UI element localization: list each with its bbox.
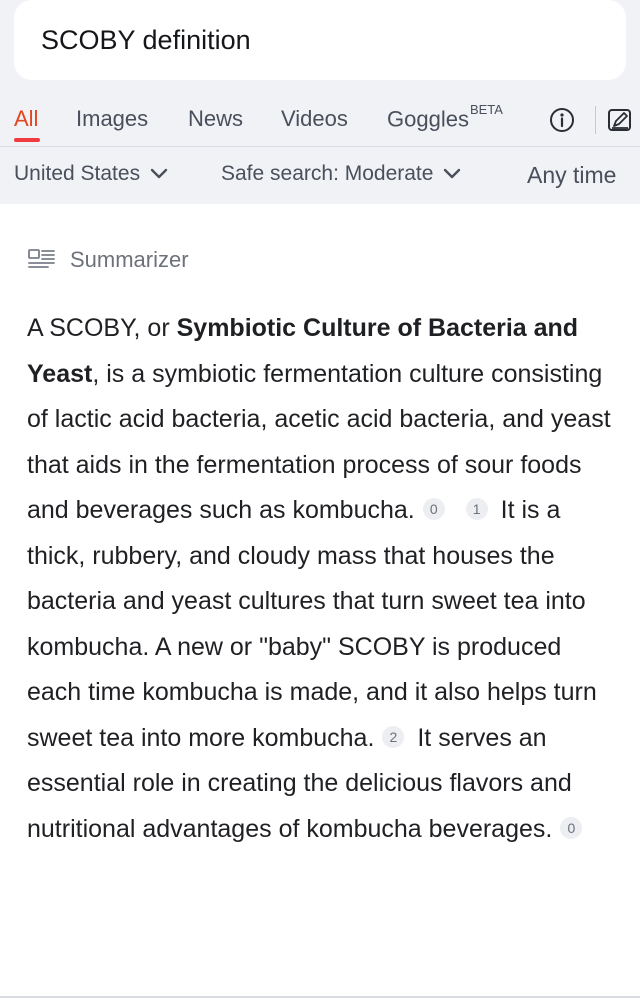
citation-badge[interactable]: 2 xyxy=(382,725,405,748)
safe-search-filter[interactable]: Safe search: Moderate xyxy=(221,162,461,186)
tab-images[interactable]: Images xyxy=(76,106,148,132)
edit-icon[interactable] xyxy=(607,107,633,133)
tab-bar: All Images News Videos GogglesBETA xyxy=(0,96,640,146)
active-tab-indicator xyxy=(14,138,40,142)
time-label: Any time xyxy=(527,162,617,188)
tab-divider-line xyxy=(0,146,640,147)
beta-badge: BETA xyxy=(469,102,503,117)
time-filter[interactable]: Any time xyxy=(527,162,616,189)
region-filter[interactable]: United States xyxy=(14,162,168,186)
summary-text: A SCOBY, or Symbiotic Culture of Bacteri… xyxy=(27,306,622,852)
tab-news[interactable]: News xyxy=(188,106,243,132)
info-icon[interactable] xyxy=(549,107,575,133)
chevron-down-icon xyxy=(444,168,461,179)
divider xyxy=(595,106,596,134)
summarizer-icon xyxy=(28,249,55,268)
search-input[interactable]: SCOBY definition xyxy=(14,0,626,80)
summary-segment: A SCOBY, or xyxy=(27,314,177,342)
citation-badge[interactable]: 0 xyxy=(560,816,583,839)
bottom-divider xyxy=(0,996,640,998)
citation-badge[interactable]: 1 xyxy=(465,498,488,521)
header: SCOBY definition All Images News Videos … xyxy=(0,0,640,204)
summarizer-header: Summarizer xyxy=(28,247,189,273)
tab-goggles-label: Goggles xyxy=(387,106,469,132)
summarizer-label: Summarizer xyxy=(70,247,189,272)
tab-videos[interactable]: Videos xyxy=(281,106,348,132)
chevron-down-icon xyxy=(150,168,168,179)
summary-segment: It is a thick, rubbery, and cloudy mass … xyxy=(27,496,597,752)
citation-badge[interactable]: 0 xyxy=(422,498,445,521)
safe-search-label: Safe search: Moderate xyxy=(221,162,434,185)
search-query[interactable]: SCOBY definition xyxy=(41,25,251,56)
tab-goggles[interactable]: GogglesBETA xyxy=(387,102,503,132)
filter-bar: United States Safe search: Moderate Any … xyxy=(0,146,640,204)
tab-all[interactable]: All xyxy=(14,106,38,132)
region-label: United States xyxy=(14,162,141,185)
search-area: SCOBY definition xyxy=(0,0,640,96)
